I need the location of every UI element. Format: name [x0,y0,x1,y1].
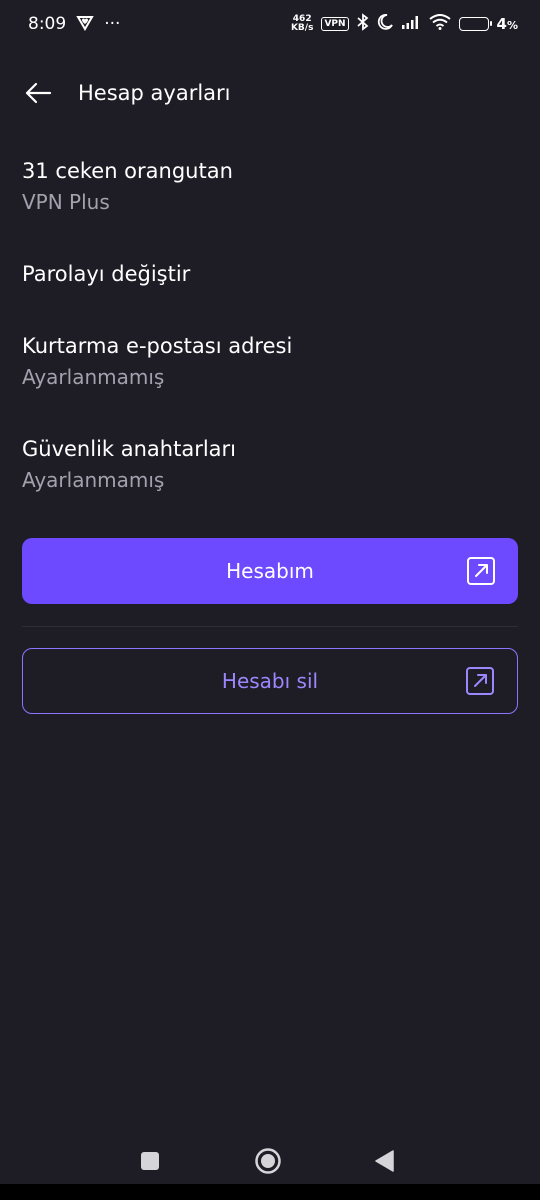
arrow-left-icon [25,82,52,104]
back-button[interactable] [20,75,56,111]
account-info: 31 ceken orangutan VPN Plus [22,157,518,216]
circle-icon [255,1148,281,1174]
square-icon [141,1152,159,1170]
status-right: 462 KB/s VPN 4% [291,12,518,36]
nav-back-button[interactable] [364,1141,404,1181]
system-nav-bar [0,1138,540,1184]
recovery-email-title: Kurtarma e-postası adresi [22,334,293,358]
battery-percent-sign: % [506,19,518,32]
delete-account-button-label: Hesabı sil [221,669,319,693]
external-link-icon [467,557,495,585]
bottom-strip [0,1184,540,1200]
recovery-email-item[interactable]: Kurtarma e-postası adresi Ayarlanmamış [22,332,518,391]
home-button[interactable] [248,1141,288,1181]
security-keys-item[interactable]: Güvenlik anahtarları Ayarlanmamış [22,435,518,494]
battery-percent-value: 4 [496,15,507,33]
app-bar: Hesap ayarları [0,70,540,116]
my-account-button-label: Hesabım [226,559,314,583]
page-title: Hesap ayarları [78,81,231,105]
external-link-icon [466,667,494,695]
change-password-item[interactable]: Parolayı değiştir [22,260,518,288]
recents-button[interactable] [130,1141,170,1181]
battery-icon [458,17,492,31]
divider [22,626,518,627]
battery-percent: 4% [497,15,518,33]
wifi-icon [428,13,451,35]
my-account-button[interactable]: Hesabım [22,538,518,604]
vpn-badge: VPN [321,17,349,31]
security-keys-value: Ayarlanmamış [22,468,165,492]
signal-icon [401,14,421,34]
status-time: 8:09 [28,14,67,34]
delete-account-button[interactable]: Hesabı sil [22,648,518,714]
status-bar: 8:09 ··· 462 KB/s VPN 4% [0,0,540,48]
recovery-email-value: Ayarlanmamış [22,365,165,389]
change-password-label: Parolayı değiştir [22,262,191,286]
triangle-back-icon [375,1150,394,1172]
moon-icon [377,13,393,35]
security-keys-title: Güvenlik anahtarları [22,437,237,461]
bluetooth-icon [356,12,369,36]
account-name: 31 ceken orangutan [22,159,233,183]
more-notifications-indicator: ··· [104,14,121,34]
network-speed: 462 KB/s [291,15,313,33]
account-plan: VPN Plus [22,190,110,214]
location-heart-icon [76,13,94,36]
status-left: 8:09 ··· [28,13,120,36]
network-speed-unit: KB/s [290,23,314,33]
